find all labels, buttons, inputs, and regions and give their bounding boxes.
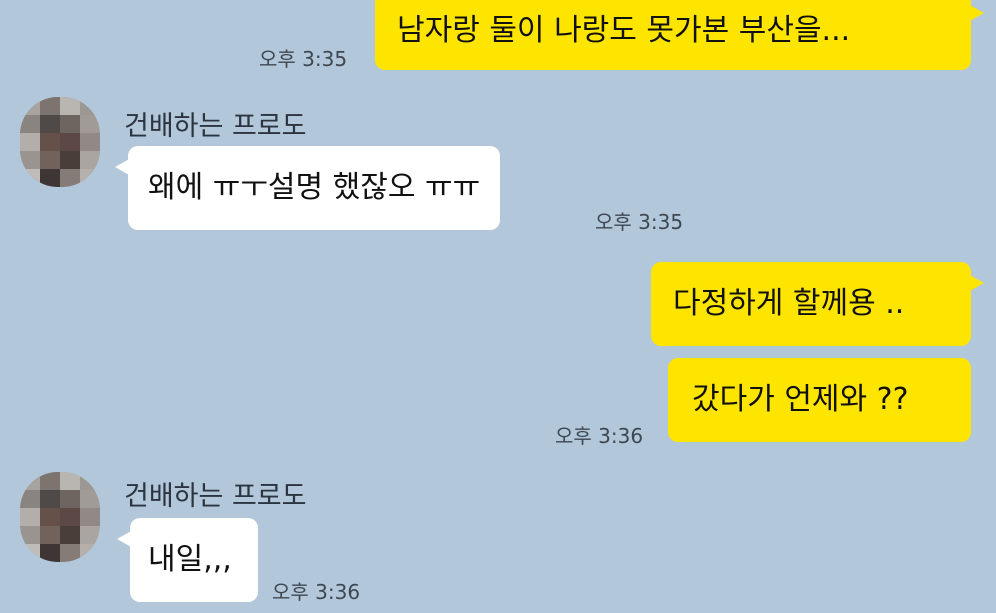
sender-name: 건배하는 프로도 xyxy=(124,111,307,142)
outgoing-message-bubble[interactable]: 남자랑 둘이 나랑도 못가본 부산을... xyxy=(375,0,984,70)
incoming-message-bubble[interactable]: 내일,,, xyxy=(117,518,258,602)
bubble-tail xyxy=(968,274,984,292)
sender-name: 건배하는 프로도 xyxy=(124,481,307,512)
message-text: 남자랑 둘이 나랑도 못가본 부산을... xyxy=(397,13,851,48)
sender-avatar[interactable] xyxy=(20,472,100,562)
bubble-tail xyxy=(117,530,133,548)
bubble-tail xyxy=(968,4,984,22)
message-text: 왜에 ㅠㅜ설명 했잖오 ㅠㅠ xyxy=(148,170,481,205)
message-text: 갔다가 언제와 ?? xyxy=(692,382,909,417)
bubble-tail xyxy=(115,158,131,176)
incoming-message-bubble[interactable]: 왜에 ㅠㅜ설명 했잖오 ㅠㅠ xyxy=(115,146,501,230)
message-timestamp: 오후 3:35 xyxy=(595,210,684,234)
message-timestamp: 오후 3:36 xyxy=(272,580,361,604)
message-text: 다정하게 할께용 .. xyxy=(673,286,905,321)
sender-avatar[interactable] xyxy=(20,97,100,187)
message-timestamp: 오후 3:36 xyxy=(555,424,644,448)
message-text: 내일,,, xyxy=(148,542,232,577)
message-timestamp: 오후 3:35 xyxy=(259,47,348,71)
outgoing-message-bubble[interactable]: 갔다가 언제와 ?? xyxy=(668,358,971,442)
outgoing-message-bubble[interactable]: 다정하게 할께용 .. xyxy=(651,262,984,346)
